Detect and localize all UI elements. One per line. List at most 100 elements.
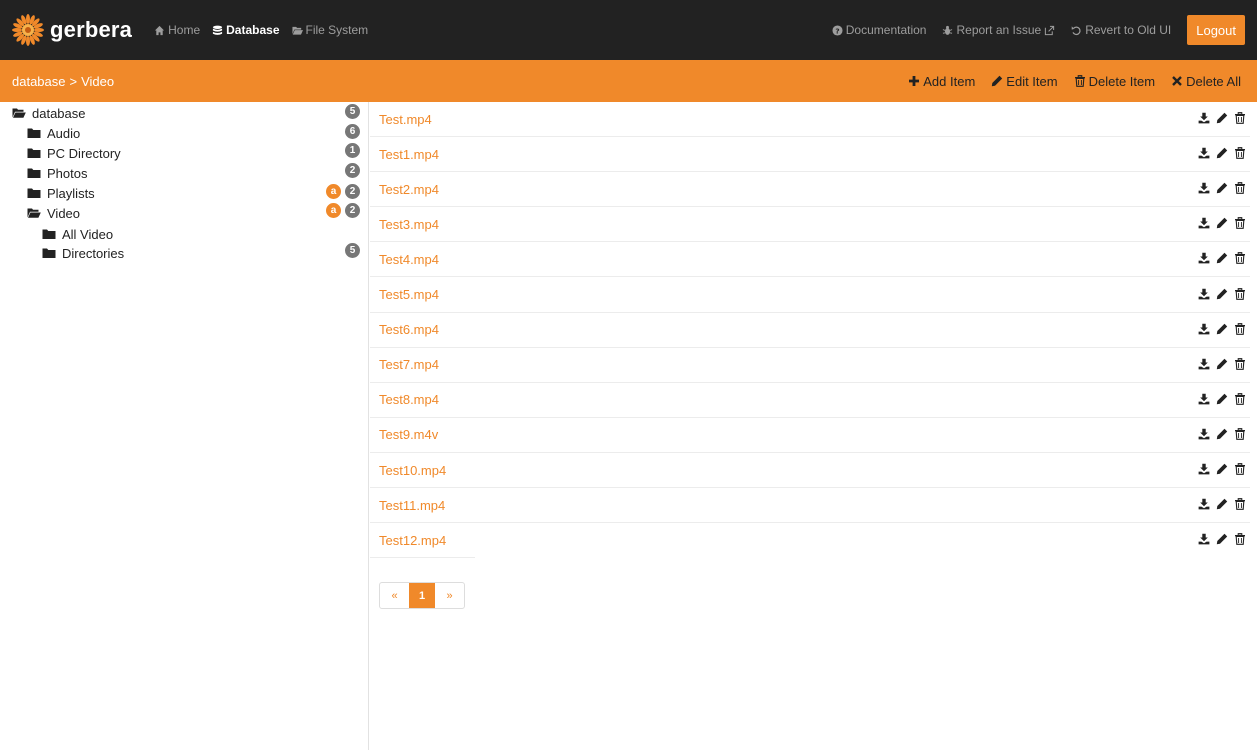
tree-node-photos[interactable]: Photos <box>27 163 87 183</box>
pencil-icon[interactable] <box>1216 182 1228 194</box>
tree-node-database[interactable]: database <box>12 103 86 123</box>
download-icon[interactable] <box>1198 112 1210 124</box>
item-name-link[interactable]: Test12.mp4 <box>379 533 446 548</box>
download-icon[interactable] <box>1198 498 1210 510</box>
download-icon[interactable] <box>1198 428 1210 440</box>
nav-revert-old-ui[interactable]: Revert to Old UI <box>1071 23 1171 37</box>
trash-icon[interactable] <box>1234 287 1246 300</box>
delete-all-button[interactable]: Delete All <box>1171 74 1241 89</box>
pencil-icon[interactable] <box>1216 428 1228 440</box>
download-icon[interactable] <box>1198 147 1210 159</box>
nav-database[interactable]: Database <box>212 23 280 37</box>
trash-icon[interactable] <box>1234 357 1246 370</box>
item-name-link[interactable]: Test10.mp4 <box>379 463 446 478</box>
pencil-icon[interactable] <box>1216 147 1228 159</box>
item-name-link[interactable]: Test4.mp4 <box>379 252 439 267</box>
download-icon[interactable] <box>1198 393 1210 405</box>
trash-icon[interactable] <box>1234 392 1246 405</box>
download-icon[interactable] <box>1198 358 1210 370</box>
pencil-icon[interactable] <box>1216 217 1228 229</box>
list-item[interactable]: Test8.mp4 <box>370 383 1250 418</box>
list-item[interactable]: Test3.mp4 <box>370 207 1250 243</box>
download-icon[interactable] <box>1198 252 1210 264</box>
delete-item-button[interactable]: Delete Item <box>1074 74 1155 89</box>
list-item[interactable]: Test2.mp4 <box>370 172 1250 208</box>
nav-database-label: Database <box>226 23 280 37</box>
item-name-link[interactable]: Test11.mp4 <box>379 498 445 513</box>
download-icon[interactable] <box>1198 323 1210 335</box>
list-item[interactable]: Test12.mp4 <box>370 523 1245 559</box>
tree-node-audio[interactable]: Audio <box>27 123 80 143</box>
item-name-link[interactable]: Test1.mp4 <box>379 147 439 162</box>
list-item[interactable]: Test5.mp4 <box>370 278 1250 313</box>
list-item[interactable]: Test6.mp4 <box>370 313 1250 348</box>
item-name-link[interactable]: Test3.mp4 <box>379 217 439 232</box>
item-actions <box>1198 533 1252 546</box>
pencil-icon[interactable] <box>1216 288 1228 300</box>
item-name-link[interactable]: Test.mp4 <box>379 112 432 127</box>
pencil-icon[interactable] <box>1216 358 1228 370</box>
list-item[interactable]: Test1.mp4 <box>370 137 1252 173</box>
pagination-page-1[interactable]: 1 <box>409 583 435 608</box>
child-count-badge: 1 <box>345 143 360 158</box>
tree-node-pc-directory[interactable]: PC Directory <box>27 143 121 163</box>
item-actions <box>1198 252 1252 265</box>
list-item[interactable]: Test.mp4 <box>370 102 1250 137</box>
folder-icon <box>42 248 56 258</box>
tree-node-playlists[interactable]: Playlists <box>27 183 95 203</box>
download-icon[interactable] <box>1198 533 1210 545</box>
add-item-button[interactable]: Add Item <box>908 74 975 89</box>
pencil-icon[interactable] <box>1216 112 1228 124</box>
folder-icon <box>42 229 56 239</box>
tree-node-label: Photos <box>47 165 88 181</box>
plus-icon <box>909 76 920 86</box>
item-actions <box>1198 357 1252 370</box>
item-actions <box>1198 147 1252 159</box>
pagination-prev[interactable]: « <box>380 583 409 608</box>
trash-icon[interactable] <box>1234 147 1246 159</box>
nav-file-system[interactable]: File System <box>291 23 368 37</box>
tree-node-video[interactable]: Video <box>27 203 80 223</box>
download-icon[interactable] <box>1198 288 1210 300</box>
download-icon[interactable] <box>1198 463 1210 475</box>
list-item[interactable]: Test9.m4v <box>370 418 1250 453</box>
download-icon[interactable] <box>1198 182 1210 194</box>
item-name-link[interactable]: Test5.mp4 <box>379 287 439 302</box>
pencil-icon[interactable] <box>1216 252 1228 264</box>
nav-report-issue[interactable]: Report an Issue <box>942 23 1055 37</box>
pencil-icon[interactable] <box>1216 498 1228 510</box>
item-name-link[interactable]: Test9.m4v <box>379 427 438 442</box>
list-item[interactable]: Test4.mp4 <box>370 242 1252 278</box>
pencil-icon[interactable] <box>1216 533 1228 545</box>
breadcrumb-root[interactable]: database <box>12 74 66 89</box>
pagination-next[interactable]: » <box>435 583 464 608</box>
edit-item-button[interactable]: Edit Item <box>991 74 1058 89</box>
pencil-icon[interactable] <box>1216 323 1228 335</box>
trash-icon[interactable] <box>1234 182 1246 195</box>
item-name-link[interactable]: Test8.mp4 <box>379 392 439 407</box>
item-name-link[interactable]: Test7.mp4 <box>379 357 439 372</box>
list-item[interactable]: Test7.mp4 <box>370 348 1250 383</box>
download-icon[interactable] <box>1198 217 1210 229</box>
trash-icon[interactable] <box>1234 463 1246 475</box>
trash-icon[interactable] <box>1234 533 1246 546</box>
list-item[interactable]: Test10.mp4 <box>370 453 1250 488</box>
logout-button[interactable]: Logout <box>1187 15 1245 45</box>
nav-documentation[interactable]: ? Documentation <box>832 23 927 37</box>
trash-icon[interactable] <box>1234 252 1246 265</box>
trash-icon[interactable] <box>1234 427 1246 440</box>
trash-icon[interactable] <box>1234 217 1246 230</box>
trash-icon[interactable] <box>1234 322 1246 335</box>
nav-documentation-label: Documentation <box>845 23 927 37</box>
trash-icon[interactable] <box>1234 498 1246 510</box>
trash-icon[interactable] <box>1234 112 1246 124</box>
item-name-link[interactable]: Test6.mp4 <box>379 322 439 337</box>
brand[interactable]: gerbera <box>12 14 132 46</box>
nav-home[interactable]: Home <box>154 23 200 37</box>
list-item[interactable]: Test11.mp4 <box>370 488 1250 524</box>
pencil-icon[interactable] <box>1216 393 1228 405</box>
tree-node-all-video[interactable]: All Video <box>42 224 113 244</box>
pencil-icon[interactable] <box>1216 463 1228 475</box>
item-name-link[interactable]: Test2.mp4 <box>379 182 439 197</box>
tree-node-directories[interactable]: Directories <box>42 243 124 263</box>
